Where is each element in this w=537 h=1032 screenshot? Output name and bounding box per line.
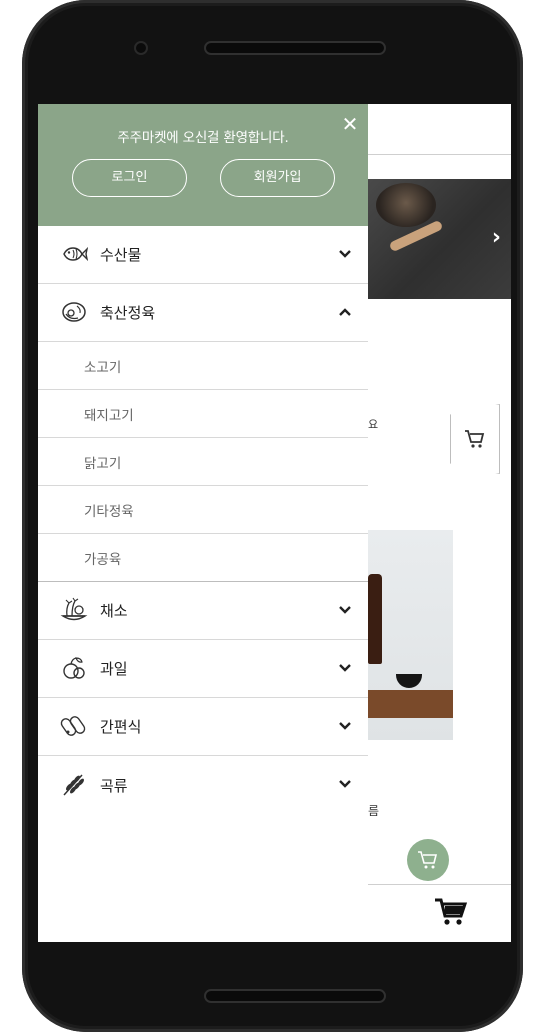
banner-next-icon[interactable]: › bbox=[492, 225, 501, 250]
signup-button[interactable]: 회원가입 bbox=[220, 159, 335, 197]
chevron-down-icon[interactable] bbox=[338, 663, 352, 673]
subcategory-chicken[interactable]: 닭고기 bbox=[38, 438, 368, 486]
background-footer-divider bbox=[368, 884, 511, 885]
wood-board-image bbox=[368, 690, 453, 718]
welcome-message: 주주마켓에 오신걸 환영합니다. bbox=[117, 130, 289, 146]
subcategory-beef[interactable]: 소고기 bbox=[38, 342, 368, 390]
chevron-down-icon[interactable] bbox=[338, 249, 352, 259]
side-drawer: 주주마켓에 오신걸 환영합니다. ✕ 로그인 회원가입 수산물 축산정육 소고기… bbox=[38, 104, 368, 942]
login-button[interactable]: 로그인 bbox=[72, 159, 187, 197]
background-text-fragment: 요 bbox=[368, 418, 379, 431]
grain-icon bbox=[63, 774, 84, 796]
close-icon[interactable]: ✕ bbox=[340, 114, 360, 134]
category-fruit[interactable]: 과일 bbox=[38, 640, 368, 698]
subcategory-label: 돼지고기 bbox=[84, 407, 134, 424]
category-convenience-food[interactable]: 간편식 bbox=[38, 698, 368, 756]
subcategory-label: 가공육 bbox=[84, 551, 122, 568]
chevron-down-icon[interactable] bbox=[338, 779, 352, 789]
cart-icon bbox=[465, 430, 485, 448]
top-speaker bbox=[204, 41, 386, 55]
category-seafood[interactable]: 수산물 bbox=[38, 226, 368, 284]
screen: › 요 름 주주마켓에 오신걸 환영합니다. ✕ 로그인 회원가입 수산물 축산… bbox=[38, 104, 511, 942]
floating-cart-tab[interactable] bbox=[450, 404, 500, 474]
subcategory-other-meat[interactable]: 기타정육 bbox=[38, 486, 368, 534]
category-label: 축산정육 bbox=[100, 304, 156, 322]
sauce-bottle-image bbox=[368, 574, 382, 664]
vegetable-icon bbox=[60, 597, 88, 621]
category-grains[interactable]: 곡류 bbox=[38, 756, 368, 814]
meat-icon bbox=[62, 302, 86, 322]
fish-icon bbox=[63, 247, 88, 261]
snack-icon bbox=[60, 716, 86, 736]
bottom-speaker bbox=[204, 989, 386, 1003]
category-menu: 수산물 축산정육 소고기 돼지고기 닭고기 기타정육 가공육 채소 과일 간편식… bbox=[38, 226, 368, 814]
category-label: 곡류 bbox=[100, 776, 128, 795]
background-banner[interactable]: › bbox=[368, 179, 511, 299]
background-product-image[interactable] bbox=[368, 530, 453, 740]
chevron-up-icon[interactable] bbox=[338, 307, 352, 317]
cart-icon bbox=[418, 851, 438, 869]
background-header-divider bbox=[368, 154, 511, 155]
category-label: 수산물 bbox=[100, 246, 142, 264]
bottom-nav-cart[interactable] bbox=[434, 897, 468, 931]
category-vegetables[interactable]: 채소 bbox=[38, 582, 368, 640]
floating-cart-button[interactable] bbox=[407, 839, 449, 881]
subcategory-label: 소고기 bbox=[84, 359, 122, 376]
category-label: 간편식 bbox=[100, 718, 142, 736]
chevron-down-icon[interactable] bbox=[338, 605, 352, 615]
banner-food-image bbox=[376, 183, 436, 227]
camera-icon bbox=[134, 41, 148, 55]
subcategory-label: 닭고기 bbox=[84, 455, 122, 472]
fruit-icon bbox=[63, 657, 85, 679]
dish-image bbox=[396, 674, 422, 688]
category-label: 과일 bbox=[100, 660, 128, 678]
subcategory-pork[interactable]: 돼지고기 bbox=[38, 390, 368, 438]
chevron-down-icon[interactable] bbox=[338, 721, 352, 731]
category-label: 채소 bbox=[100, 602, 128, 620]
category-meat[interactable]: 축산정육 bbox=[38, 284, 368, 342]
drawer-header: 주주마켓에 오신걸 환영합니다. ✕ 로그인 회원가입 bbox=[38, 104, 368, 226]
subcategory-label: 기타정육 bbox=[84, 503, 134, 520]
subcategory-processed-meat[interactable]: 가공육 bbox=[38, 534, 368, 582]
cart-icon bbox=[435, 898, 468, 925]
background-text-fragment-2: 름 bbox=[368, 804, 380, 818]
